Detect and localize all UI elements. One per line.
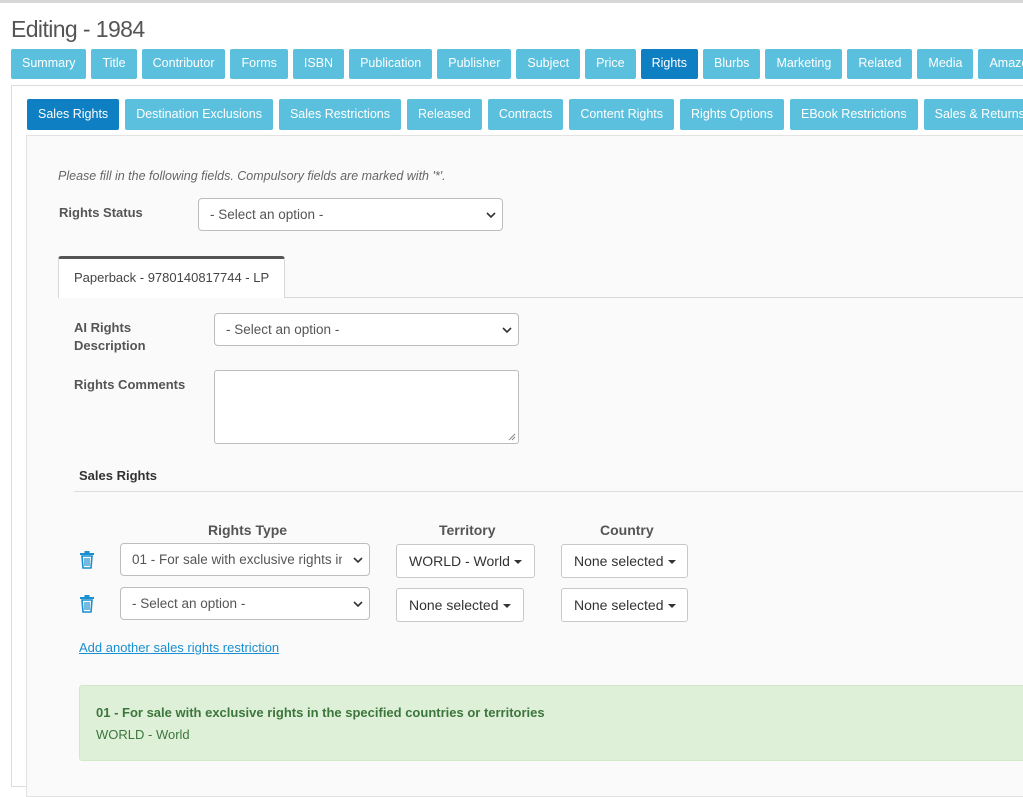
tab-media[interactable]: Media — [917, 49, 974, 79]
add-sales-rights-link[interactable]: Add another sales rights restriction — [79, 640, 279, 655]
resize-handle-icon[interactable] — [508, 433, 516, 441]
tab-forms[interactable]: Forms — [230, 49, 288, 79]
caret-down-icon — [667, 560, 676, 565]
summary-title: 01 - For sale with exclusive rights in t… — [96, 705, 545, 720]
subtab-contracts[interactable]: Contracts — [487, 99, 564, 130]
product-tab[interactable]: Paperback - 9780140817744 - LP — [58, 256, 285, 298]
trash-icon[interactable] — [79, 595, 95, 613]
country-value: None selected — [574, 597, 664, 613]
country-value: None selected — [574, 553, 664, 569]
rights-status-value: - Select an option - — [210, 207, 324, 222]
trash-icon[interactable] — [79, 551, 95, 569]
ai-rights-label: AI Rights Description — [74, 319, 194, 355]
tab-summary[interactable]: Summary — [11, 49, 87, 79]
sales-rights-title: Sales Rights — [79, 468, 158, 483]
page-title: Editing - 1984 — [11, 16, 145, 42]
rights-status-select[interactable]: - Select an option - — [198, 198, 503, 231]
main-tabs: Summary Title Contributor Forms ISBN Publicat… — [11, 49, 1023, 79]
summary-detail: WORLD - World — [96, 727, 190, 742]
territory-value: WORLD - World — [409, 553, 510, 569]
caret-down-icon — [667, 604, 676, 609]
tab-subject[interactable]: Subject — [516, 49, 581, 79]
subtab-rights-options[interactable]: Rights Options — [680, 99, 784, 130]
subtab-sales-returns[interactable]: Sales & Returns — [923, 99, 1023, 130]
caret-down-icon — [502, 604, 511, 609]
tab-contributor[interactable]: Contributor — [141, 49, 226, 79]
country-dropdown[interactable]: None selected — [561, 544, 688, 578]
tab-publisher[interactable]: Publisher — [437, 49, 512, 79]
column-header-rights-type: Rights Type — [208, 522, 288, 538]
chevron-down-icon — [486, 211, 496, 218]
rights-comments-textarea[interactable] — [214, 370, 519, 444]
column-header-country: Country — [600, 522, 654, 538]
chevron-down-icon — [353, 556, 363, 563]
tab-publication[interactable]: Publication — [349, 49, 433, 79]
territory-dropdown[interactable]: None selected — [396, 588, 524, 622]
subtab-sales-rights[interactable]: Sales Rights — [27, 99, 120, 130]
ai-rights-select[interactable]: - Select an option - — [214, 313, 519, 346]
tab-blurbs[interactable]: Blurbs — [703, 49, 761, 79]
tab-marketing[interactable]: Marketing — [765, 49, 843, 79]
country-dropdown[interactable]: None selected — [561, 588, 688, 622]
tab-rights[interactable]: Rights — [640, 49, 698, 79]
chevron-down-icon — [353, 600, 363, 607]
territory-value: None selected — [409, 597, 499, 613]
territory-dropdown[interactable]: WORLD - World — [396, 544, 535, 578]
rights-type-select[interactable]: - Select an option - — [120, 587, 370, 620]
top-border — [0, 0, 1023, 3]
subtab-released[interactable]: Released — [407, 99, 482, 130]
rights-status-label: Rights Status — [59, 205, 143, 220]
ai-rights-value: - Select an option - — [226, 322, 340, 337]
chevron-down-icon — [502, 326, 512, 333]
tab-price[interactable]: Price — [585, 49, 636, 79]
subtab-sales-restrictions[interactable]: Sales Restrictions — [278, 99, 401, 130]
sales-rights-summary: 01 - For sale with exclusive rights in t… — [79, 685, 1023, 761]
ai-rights-label-text: AI Rights Description — [74, 320, 146, 353]
rights-type-value: - Select an option - — [132, 596, 246, 611]
column-header-territory: Territory — [439, 522, 496, 538]
form-instructions: Please fill in the following fields. Com… — [58, 169, 446, 183]
tab-related[interactable]: Related — [847, 49, 913, 79]
subtab-content-rights[interactable]: Content Rights — [569, 99, 675, 130]
rights-comments-label: Rights Comments — [74, 377, 186, 392]
rights-type-select[interactable]: 01 - For sale with exclusive rights in t — [120, 543, 370, 576]
rights-sub-tabs: Sales Rights Destination Exclusions Sales … — [27, 99, 1023, 130]
tab-amazon[interactable]: Amazon — [978, 49, 1023, 79]
tab-isbn[interactable]: ISBN — [292, 49, 345, 79]
subtab-ebook-restrictions[interactable]: EBook Restrictions — [790, 99, 918, 130]
rights-type-value: 01 - For sale with exclusive rights in t — [132, 552, 342, 567]
caret-down-icon — [513, 560, 522, 565]
section-divider — [74, 491, 1023, 492]
tab-title[interactable]: Title — [91, 49, 137, 79]
subtab-destination-exclusions[interactable]: Destination Exclusions — [125, 99, 273, 130]
product-tab-divider — [285, 297, 1023, 298]
